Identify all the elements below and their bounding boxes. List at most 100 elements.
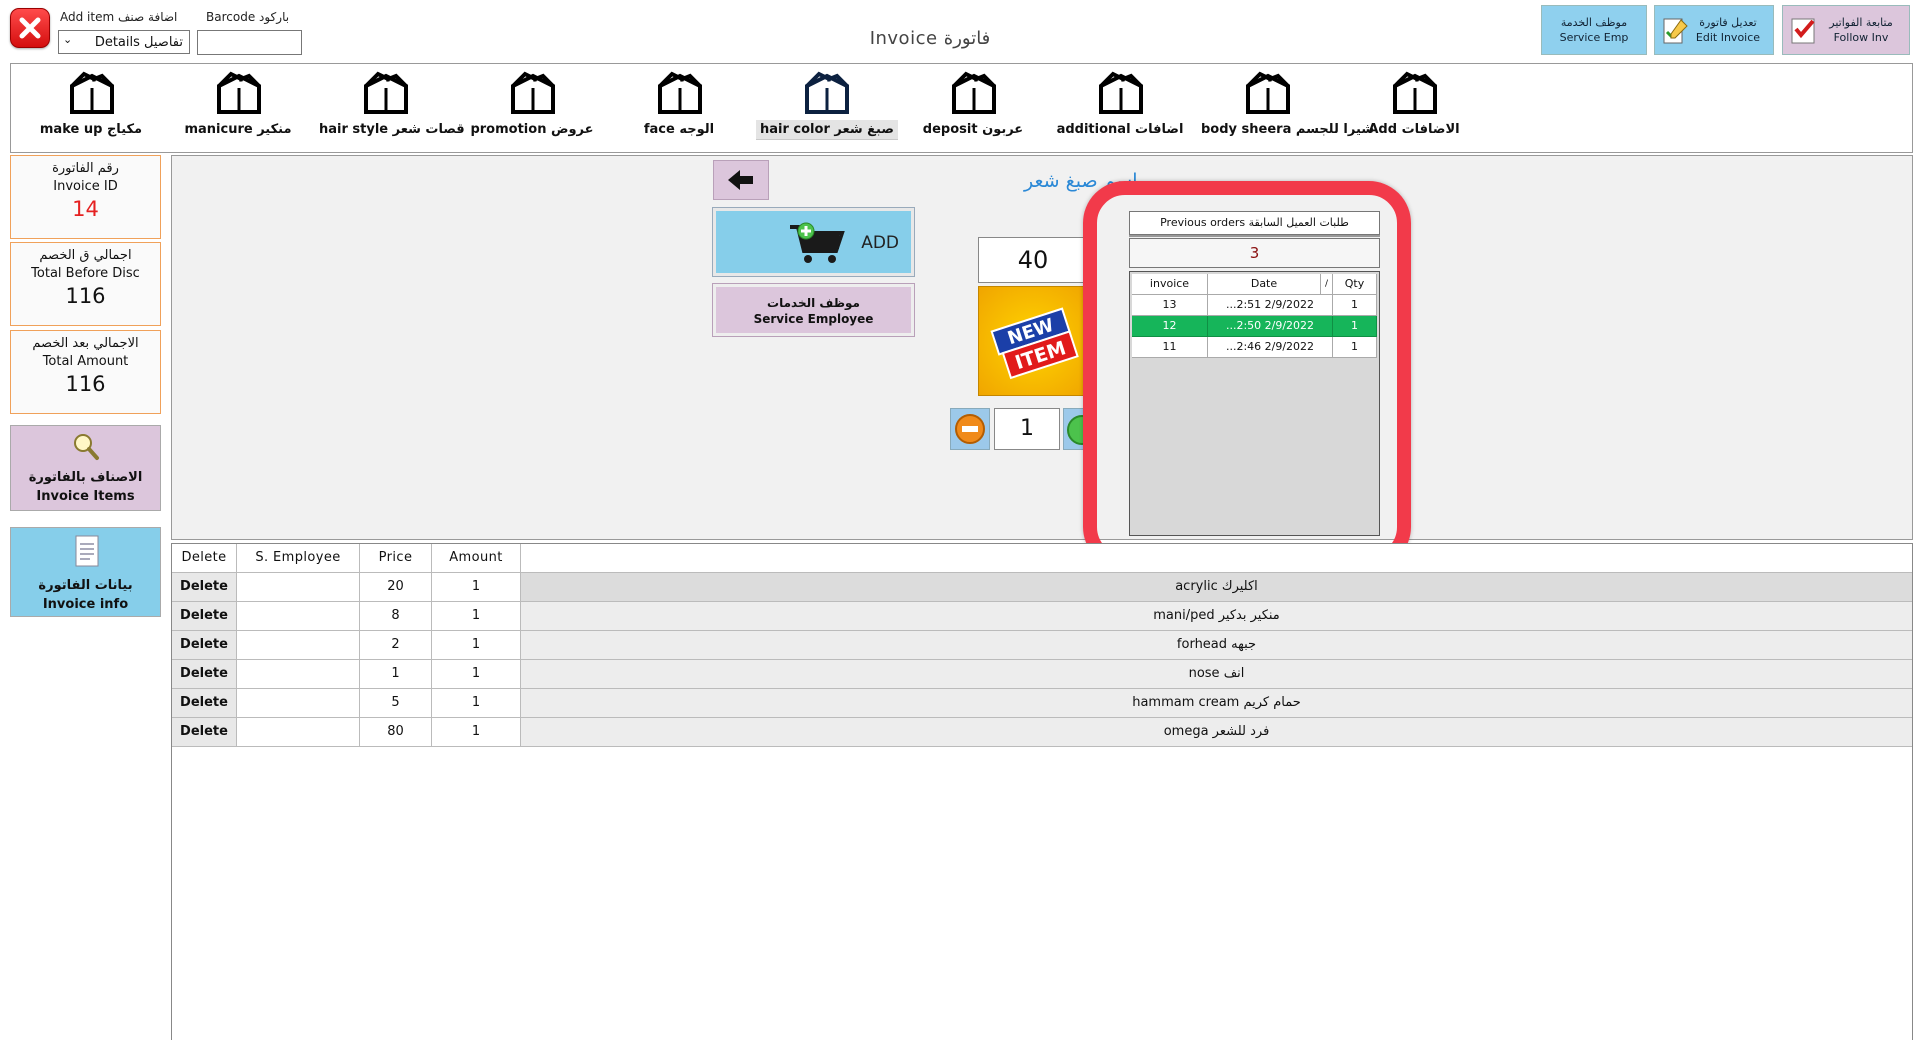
total-amount-label-ar: الاجمالي بعد الخصم: [32, 336, 139, 351]
back-button[interactable]: [713, 160, 769, 200]
follow-invoices-button[interactable]: متابعة الفواتير Follow Inv: [1782, 5, 1910, 55]
box-icon: [952, 71, 996, 114]
total-before-label-ar: اجمالي ق الخصم: [39, 248, 132, 263]
edit-invoice-label-ar: تعديل فاتورة: [1699, 16, 1757, 29]
invoice-info-label-ar: بيانات الفاتورة: [38, 578, 133, 593]
row-description: mani/ped منكير بدكير: [521, 602, 1912, 631]
row-description: nose انف: [521, 660, 1912, 689]
arrow-left-icon: [728, 170, 753, 190]
add-button-label: ADD: [861, 233, 899, 253]
box-icon: [1393, 71, 1437, 114]
category-label: hair style قصات شعر: [319, 122, 465, 137]
col-description: [521, 544, 1912, 573]
category-label: manicure منكير: [184, 122, 292, 137]
col-price: Price: [360, 544, 432, 573]
row-employee[interactable]: [237, 573, 360, 602]
quantity-decrease-button[interactable]: [950, 408, 990, 450]
service-employee-label-ar: موظف الخدمات: [767, 296, 860, 310]
category-make-up[interactable]: make up مكياج: [21, 64, 161, 154]
page-title: Invoice فاتورة: [869, 28, 991, 49]
row-amount: 1: [432, 718, 521, 747]
row-employee[interactable]: [237, 718, 360, 747]
table-row: Delete 20 1 acrylic اكليرك: [172, 573, 1912, 602]
close-button[interactable]: [10, 8, 50, 48]
delete-button[interactable]: Delete: [172, 660, 237, 689]
box-icon: [217, 71, 261, 114]
row-amount: 1: [432, 660, 521, 689]
delete-button[interactable]: Delete: [172, 689, 237, 718]
row-description: forhead جبهه: [521, 631, 1912, 660]
row-price: 20: [360, 573, 432, 602]
row-description: acrylic اكليرك: [521, 573, 1912, 602]
table-row: Delete 80 1 omega فرد للشعر: [172, 718, 1912, 747]
new-item-image: NEW ITEM: [978, 286, 1088, 396]
category-body-sheera[interactable]: body sheera شيرا للجسم: [1197, 64, 1374, 154]
total-amount-label-en: Total Amount: [42, 354, 129, 369]
add-to-cart-button[interactable]: ADD: [712, 207, 915, 277]
edit-invoice-button[interactable]: تعديل فاتورة Edit Invoice: [1654, 5, 1774, 55]
row-employee[interactable]: [237, 602, 360, 631]
follow-invoices-label-en: Follow Inv: [1833, 31, 1889, 44]
total-before-value: 116: [65, 284, 106, 308]
row-employee[interactable]: [237, 660, 360, 689]
follow-invoices-label-ar: متابعة الفواتير: [1829, 16, 1893, 29]
category-add[interactable]: Add الاضافات: [1344, 64, 1484, 154]
delete-button[interactable]: Delete: [172, 602, 237, 631]
row-amount: 1: [432, 689, 521, 718]
add-item-label: Add item اضافة صنف: [60, 10, 178, 24]
invoice-items-label-en: Invoice Items: [36, 489, 135, 504]
quantity-field[interactable]: 1: [994, 408, 1060, 450]
category-manicure[interactable]: manicure منكير: [168, 64, 308, 154]
category-deposit[interactable]: deposit عربون: [903, 64, 1043, 154]
pencil-paper-icon: [1663, 18, 1688, 44]
category-hair-style[interactable]: hair style قصات شعر: [315, 64, 465, 154]
row-employee[interactable]: [237, 631, 360, 660]
service-emp-label-en: Service Emp: [1559, 31, 1629, 44]
category-promotion[interactable]: promotion عروض: [462, 64, 602, 154]
box-icon: [1246, 71, 1290, 114]
delete-button[interactable]: Delete: [172, 718, 237, 747]
box-icon: [805, 71, 849, 114]
delete-button[interactable]: Delete: [172, 631, 237, 660]
row-price: 2: [360, 631, 432, 660]
cart-icon: [790, 222, 845, 263]
invoice-items-button[interactable]: الاصناف بالفاتورة Invoice Items: [10, 425, 161, 511]
delete-button[interactable]: Delete: [172, 573, 237, 602]
document-icon: [75, 535, 98, 567]
category-additional[interactable]: additional اضافات: [1050, 64, 1190, 154]
price-field[interactable]: 40: [978, 237, 1088, 283]
category-label: deposit عربون: [922, 122, 1024, 137]
category-hair-color[interactable]: hair color صبغ شعر: [756, 64, 898, 154]
row-amount: 1: [432, 602, 521, 631]
invoice-items-label-ar: الاصناف بالفاتورة: [28, 470, 143, 485]
row-price: 80: [360, 718, 432, 747]
invoice-id-label-ar: رقم الفاتورة: [52, 161, 119, 176]
service-emp-button[interactable]: موظف الخدمة Service Emp: [1541, 5, 1647, 55]
chevron-down-icon: ⌄: [63, 33, 73, 46]
details-dropdown-value: Details تفاصيل: [94, 34, 183, 50]
table-row: Delete 2 1 forhead جبهه: [172, 631, 1912, 660]
table-row: Delete 1 1 nose انف: [172, 660, 1912, 689]
barcode-input[interactable]: [197, 30, 302, 55]
row-description: omega فرد للشعر: [521, 718, 1912, 747]
details-dropdown[interactable]: ⌄ Details تفاصيل: [58, 30, 190, 54]
total-before-disc-box: اجمالي ق الخصم Total Before Disc 116: [10, 242, 161, 326]
magnifier-icon: [73, 434, 99, 460]
total-amount-box: الاجمالي بعد الخصم Total Amount 116: [10, 330, 161, 414]
box-icon: [658, 71, 702, 114]
invoice-id-value: 14: [72, 197, 99, 221]
row-price: 5: [360, 689, 432, 718]
box-icon: [1099, 71, 1143, 114]
category-toolbar: make up مكياج manicure منكير hair style …: [10, 63, 1913, 153]
col-delete: Delete: [172, 544, 237, 573]
invoice-info-button[interactable]: بيانات الفاتورة Invoice info: [10, 527, 161, 617]
service-emp-label-ar: موظف الخدمة: [1560, 16, 1628, 29]
invoice-lines-table: Delete S. Employee Price Amount Delete 2…: [171, 543, 1913, 1040]
category-label: make up مكياج: [39, 122, 143, 137]
service-employee-button[interactable]: موظف الخدمات Service Employee: [712, 283, 915, 337]
row-employee[interactable]: [237, 689, 360, 718]
category-face[interactable]: face الوجه: [609, 64, 749, 154]
category-label: promotion عروض: [470, 122, 594, 137]
row-amount: 1: [432, 573, 521, 602]
total-before-label-en: Total Before Disc: [31, 266, 140, 281]
